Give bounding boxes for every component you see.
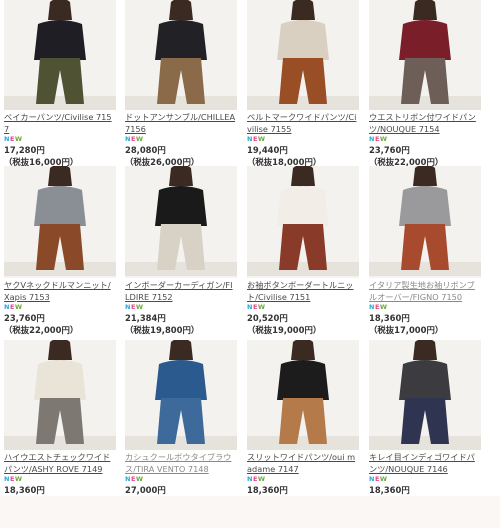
new-badge: NEW	[125, 135, 237, 144]
product-card[interactable]: ベルトマークワイドパンツ/Civilise 7155 NEW 19,440円（税抜1…	[247, 0, 359, 168]
product-name-link[interactable]: キレイ目インディゴワイドパンツ/NOUQUE 7146	[369, 451, 481, 475]
new-badge: NEW	[4, 135, 116, 144]
product-price: 21,384円 （税抜19,800円）	[125, 312, 237, 336]
product-price: 28,080円（税抜26,000円）	[125, 144, 237, 168]
new-badge: NEW	[369, 303, 481, 312]
price-with-tax: 18,360円	[369, 485, 410, 495]
product-card[interactable]: ハイウエストチェックワイドパンツ/ASHY ROVE 7149 NEW 18,360…	[4, 340, 116, 508]
new-badge: NEW	[247, 475, 359, 484]
product-image[interactable]	[125, 0, 237, 110]
price-without-tax: （税抜17,000円）	[369, 325, 444, 335]
price-with-tax: 20,520円	[247, 313, 288, 323]
price-without-tax: （税抜19,800円）	[125, 325, 200, 335]
product-card[interactable]: ウエストリボン付ワイドパンツ/NOUQUE 7154 NEW 23,760円（税抜2…	[369, 0, 481, 168]
product-name-link[interactable]: スリットワイドパンツ/oui madame 7147	[247, 451, 359, 475]
new-badge-w: W	[379, 303, 388, 311]
product-image[interactable]	[247, 340, 359, 450]
product-card[interactable]: ベイカーパンツ/Civilise 7157 NEW 17,280円（税抜16,000…	[4, 0, 116, 168]
product-name-link[interactable]: ベルトマークワイドパンツ/Civilise 7155	[247, 111, 359, 135]
new-badge: NEW	[125, 475, 237, 484]
product-card[interactable]: インボーダーカーディガン/FILDIRE 7152 NEW 21,384円 （税抜19…	[125, 166, 237, 336]
new-badge-w: W	[257, 135, 266, 143]
price-with-tax: 28,080円	[125, 145, 166, 155]
price-with-tax: 19,440円	[247, 145, 288, 155]
product-card[interactable]: お袖ボタンボーダートルニット/Civilise 7151 NEW 20,520円 （税…	[247, 166, 359, 336]
price-with-tax: 17,280円	[4, 145, 45, 155]
new-badge: NEW	[4, 303, 116, 312]
product-name-link[interactable]: カシュクールボウタイブラウス/TIRA VENTO 7148	[125, 451, 237, 475]
price-with-tax: 21,384円	[125, 313, 166, 323]
product-price: 17,280円（税抜16,000円）	[4, 144, 116, 168]
product-card[interactable]: ドットアンサンブル/CHILLEA 7156 NEW 28,080円（税抜26,00…	[125, 0, 237, 168]
product-name-link[interactable]: インボーダーカーディガン/FILDIRE 7152	[125, 279, 237, 303]
new-badge: NEW	[125, 303, 237, 312]
new-badge-w: W	[379, 475, 388, 483]
product-name-link[interactable]: ドットアンサンブル/CHILLEA 7156	[125, 111, 237, 135]
product-name-link[interactable]: イタリア製生地お袖リボンブルオーバー/FIGNO 7150	[369, 279, 481, 303]
product-image[interactable]	[247, 0, 359, 110]
new-badge: NEW	[247, 135, 359, 144]
product-image[interactable]	[369, 0, 481, 110]
product-grid: ベイカーパンツ/Civilise 7157 NEW 17,280円（税抜16,000…	[0, 0, 500, 528]
product-image[interactable]	[4, 0, 116, 110]
price-without-tax: （税抜19,000円）	[247, 325, 322, 335]
price-with-tax: 23,760円	[369, 145, 410, 155]
product-image[interactable]	[4, 340, 116, 450]
product-name-link[interactable]: ヤクVネックドルマンニット/Xapis 7153	[4, 279, 116, 303]
new-badge-w: W	[135, 303, 144, 311]
product-name-link[interactable]: ハイウエストチェックワイドパンツ/ASHY ROVE 7149	[4, 451, 116, 475]
product-name-link[interactable]: ウエストリボン付ワイドパンツ/NOUQUE 7154	[369, 111, 481, 135]
new-badge-w: W	[14, 475, 23, 483]
new-badge: NEW	[369, 135, 481, 144]
product-card[interactable]: ヤクVネックドルマンニット/Xapis 7153 NEW 23,760円 （税抜22,…	[4, 166, 116, 336]
product-image[interactable]	[369, 166, 481, 278]
product-card[interactable]: イタリア製生地お袖リボンブルオーバー/FIGNO 7150 NEW 18,360円 （…	[369, 166, 481, 336]
price-with-tax: 18,360円	[4, 485, 45, 495]
product-card[interactable]: キレイ目インディゴワイドパンツ/NOUQUE 7146NEW18,360円（税抜…	[369, 340, 481, 508]
new-badge: NEW	[247, 303, 359, 312]
price-with-tax: 23,760円	[4, 313, 45, 323]
product-price: 20,520円 （税抜19,000円）	[247, 312, 359, 336]
new-badge-w: W	[14, 135, 23, 143]
new-badge: NEW	[4, 475, 116, 484]
product-name-link[interactable]: お袖ボタンボーダートルニット/Civilise 7151	[247, 279, 359, 303]
product-name-link[interactable]: ベイカーパンツ/Civilise 7157	[4, 111, 116, 135]
new-badge-w: W	[135, 135, 144, 143]
product-image[interactable]	[125, 166, 237, 278]
page-footer-area	[0, 496, 500, 528]
new-badge-w: W	[379, 135, 388, 143]
new-badge-w: W	[257, 475, 266, 483]
product-price: 19,440円（税抜18,000円）	[247, 144, 359, 168]
product-image[interactable]	[369, 340, 481, 450]
product-image[interactable]	[125, 340, 237, 450]
new-badge-w: W	[257, 303, 266, 311]
product-card[interactable]: スリットワイドパンツ/oui madame 7147NEW18,360円（税抜1…	[247, 340, 359, 508]
new-badge-w: W	[135, 475, 144, 483]
product-card[interactable]: カシュクールボウタイブラウス/TIRA VENTO 7148 NEW 27,000円…	[125, 340, 237, 508]
product-price: 23,760円 （税抜22,000円）	[4, 312, 116, 336]
product-price: 23,760円（税抜22,000円）	[369, 144, 481, 168]
product-image[interactable]	[4, 166, 116, 278]
product-price: 18,360円 （税抜17,000円）	[369, 312, 481, 336]
product-image[interactable]	[247, 166, 359, 278]
price-with-tax: 18,360円	[369, 313, 410, 323]
new-badge: NEW	[369, 475, 481, 484]
new-badge-w: W	[14, 303, 23, 311]
price-with-tax: 18,360円	[247, 485, 288, 495]
price-with-tax: 27,000円	[125, 485, 166, 495]
price-without-tax: （税抜22,000円）	[4, 325, 79, 335]
